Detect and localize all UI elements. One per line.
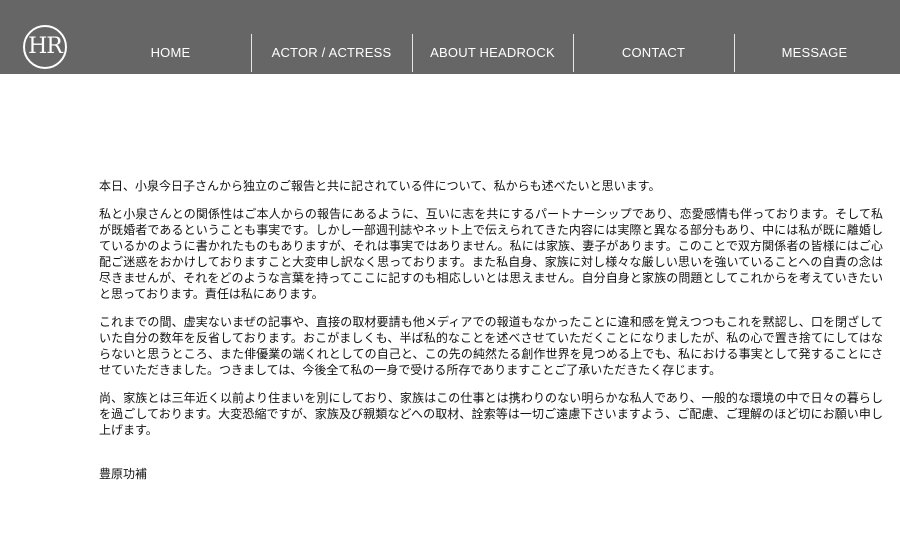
headrock-logo[interactable]: HR (23, 25, 67, 69)
message-body: 本日、小泉今日子さんから独立のご報告と共に記されている件について、私からも述べた… (99, 178, 883, 482)
nav-item-actor-actress[interactable]: ACTOR / ACTRESS (251, 34, 412, 74)
nav-item-contact[interactable]: CONTACT (573, 34, 734, 74)
message-paragraph: これまでの間、虚実ないまぜの記事や、直接の取材要請も他メディアでの報道もなかった… (99, 315, 883, 377)
message-paragraph: 尚、家族とは三年近く以前より住まいを別にしており、家族はこの仕事とは携わりのない… (99, 391, 883, 437)
nav-item-home[interactable]: HOME (90, 34, 251, 74)
message-paragraph: 私と小泉さんとの関係性はご本人からの報告にあるように、互いに志を共にするパートナ… (99, 207, 883, 301)
signature: 豊原功補 (99, 467, 148, 481)
main-nav: HOME ACTOR / ACTRESS ABOUT HEADROCK CONT… (90, 34, 895, 74)
message-paragraph: 本日、小泉今日子さんから独立のご報告と共に記されている件について、私からも述べた… (99, 179, 661, 193)
site-header: HR HOME ACTOR / ACTRESS ABOUT HEADROCK C… (0, 0, 900, 74)
nav-item-about-headrock[interactable]: ABOUT HEADROCK (412, 34, 573, 74)
nav-item-message[interactable]: MESSAGE (734, 34, 895, 74)
